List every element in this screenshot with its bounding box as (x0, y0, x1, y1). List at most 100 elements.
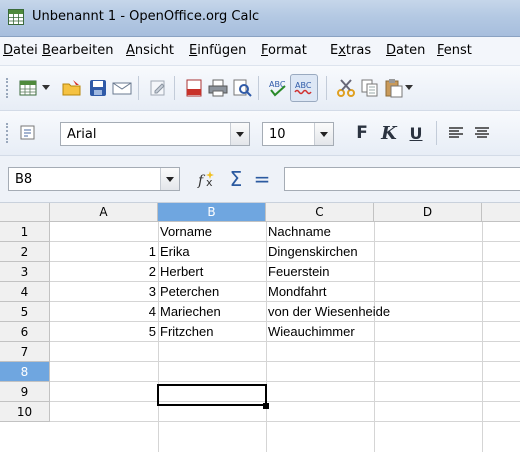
cell-a4[interactable]: 3 (50, 282, 156, 302)
select-all-corner[interactable] (0, 203, 50, 222)
toolbar-separator (436, 121, 437, 145)
cell-a2[interactable]: 1 (50, 242, 156, 262)
function-equals-button[interactable]: = (250, 167, 274, 191)
menu-label: Extras (330, 43, 372, 58)
cell-c4[interactable]: Mondfahrt (268, 282, 327, 302)
row-header-3[interactable]: 3 (0, 262, 50, 282)
standard-toolbar: ABC ABC (0, 66, 520, 111)
row-header-4[interactable]: 4 (0, 282, 50, 302)
cell-b1[interactable]: Vorname (160, 222, 212, 242)
column-header-a[interactable]: A (50, 203, 158, 222)
toolbar-grip[interactable] (6, 78, 11, 98)
cell-c3[interactable]: Feuerstein (268, 262, 329, 282)
menu-fenster[interactable]: Fenst (437, 43, 472, 58)
italic-button[interactable]: K (377, 121, 401, 145)
gridline (50, 421, 520, 422)
menu-format[interactable]: Format (261, 43, 307, 58)
toolbar-separator (138, 76, 139, 100)
menu-label: Daten (386, 43, 426, 58)
menu-bearbeiten[interactable]: Bearbeiten (42, 43, 113, 58)
menu-label: Fenst (437, 43, 472, 58)
print-icon[interactable] (206, 76, 230, 100)
menu-ansicht[interactable]: Ansicht (126, 43, 174, 58)
fill-handle[interactable] (263, 403, 269, 409)
copy-icon[interactable] (358, 76, 382, 100)
row-header-8[interactable]: 8 (0, 362, 50, 382)
column-header-c[interactable]: C (266, 203, 374, 222)
menu-label: Einfügen (189, 43, 247, 58)
formula-bar: B8 fx Σ = (0, 156, 520, 203)
gridline (374, 222, 375, 452)
paste-icon[interactable] (382, 76, 406, 100)
row-header-1[interactable]: 1 (0, 222, 50, 242)
save-icon[interactable] (86, 76, 110, 100)
cell-c5[interactable]: von der Wiesenheide (268, 302, 390, 322)
menu-datei[interactable]: Datei (3, 43, 38, 58)
autospellcheck-icon[interactable]: ABC (290, 74, 318, 102)
menu-label: Format (261, 43, 307, 58)
function-wizard-icon[interactable]: fx (195, 167, 219, 191)
toolbar-separator (326, 76, 327, 100)
email-icon[interactable] (110, 76, 134, 100)
menu-einfuegen[interactable]: Einfügen (189, 43, 246, 58)
page-preview-icon[interactable] (230, 76, 254, 100)
cell-a6[interactable]: 5 (50, 322, 156, 342)
column-header-e[interactable] (482, 203, 520, 222)
row-header-10[interactable]: 10 (0, 402, 50, 422)
align-left-icon[interactable] (444, 121, 468, 145)
gridline (50, 401, 520, 402)
cell-b2[interactable]: Erika (160, 242, 190, 262)
window-title: Unbenannt 1 - OpenOffice.org Calc (32, 9, 260, 24)
title-bar[interactable]: Unbenannt 1 - OpenOffice.org Calc (0, 0, 520, 37)
cell-b3[interactable]: Herbert (160, 262, 203, 282)
gridline (266, 222, 267, 452)
new-dropdown-icon[interactable] (40, 76, 52, 100)
align-center-icon[interactable] (470, 121, 494, 145)
cell-c2[interactable]: Dingenskirchen (268, 242, 358, 262)
cell-c1[interactable]: Nachname (268, 222, 331, 242)
row-header-2[interactable]: 2 (0, 242, 50, 262)
menu-daten[interactable]: Daten (386, 43, 425, 58)
font-size-combo[interactable]: 10 (262, 122, 334, 146)
toolbar-grip[interactable] (6, 123, 11, 143)
cell-b5[interactable]: Mariechen (160, 302, 221, 322)
font-name-combo[interactable]: Arial (60, 122, 250, 146)
cell-b6[interactable]: Fritzchen (160, 322, 213, 342)
spreadsheet-grid[interactable]: A B C D 1 2 3 4 5 6 7 8 9 10 Vorname Nac… (0, 203, 520, 452)
row-header-5[interactable]: 5 (0, 302, 50, 322)
cell-reference: B8 (15, 172, 33, 187)
chevron-down-icon[interactable] (160, 168, 179, 190)
new-document-icon[interactable] (16, 76, 40, 100)
open-folder-icon[interactable] (60, 76, 84, 100)
paste-dropdown-icon[interactable] (404, 76, 414, 100)
column-header-b[interactable]: B (158, 203, 266, 222)
cell-c6[interactable]: Wieauchimmer (268, 322, 355, 342)
cell-a3[interactable]: 2 (50, 262, 156, 282)
edit-file-icon[interactable] (146, 76, 170, 100)
column-header-d[interactable]: D (374, 203, 482, 222)
svg-text:x: x (206, 176, 213, 189)
sum-icon[interactable]: Σ (224, 167, 248, 191)
row-header-9[interactable]: 9 (0, 382, 50, 402)
underline-button[interactable]: U (404, 121, 428, 145)
export-pdf-icon[interactable] (182, 76, 206, 100)
bold-button[interactable]: F (350, 121, 374, 145)
gridline (158, 222, 159, 452)
name-box[interactable]: B8 (8, 167, 180, 191)
svg-text:ABC: ABC (295, 81, 312, 90)
cell-b4[interactable]: Peterchen (160, 282, 219, 302)
calc-app-icon (8, 9, 24, 25)
active-cell-cursor[interactable] (157, 384, 267, 406)
cut-icon[interactable] (334, 76, 358, 100)
chevron-down-icon[interactable] (314, 123, 333, 145)
menu-extras[interactable]: Extras (330, 43, 371, 58)
toolbar-separator (174, 76, 175, 100)
row-header-7[interactable]: 7 (0, 342, 50, 362)
cell-a5[interactable]: 4 (50, 302, 156, 322)
row-header-6[interactable]: 6 (0, 322, 50, 342)
chevron-down-icon[interactable] (230, 123, 249, 145)
styles-formatting-icon[interactable] (16, 121, 40, 145)
spellcheck-icon[interactable]: ABC (266, 76, 290, 100)
formula-input[interactable] (284, 167, 520, 191)
gridline (50, 381, 520, 382)
